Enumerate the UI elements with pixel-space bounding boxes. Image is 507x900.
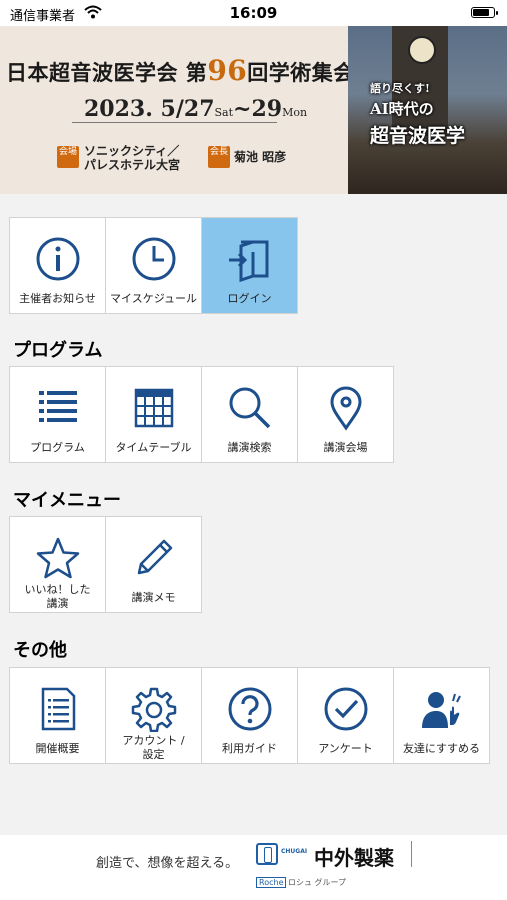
my-menu-section-title: マイメニュー (13, 490, 121, 511)
chugai-logo-text: CHUGAI (281, 848, 308, 855)
star-icon (36, 537, 79, 579)
clock-time: 16:09 (229, 4, 278, 22)
program-label: プログラム (30, 441, 85, 454)
banner-date: 2023. 5/27Sat~29Mon (84, 96, 307, 122)
location-pin-icon (329, 386, 362, 431)
pencil-icon (137, 539, 172, 575)
banner-divider (72, 122, 277, 123)
lecture-search-label: 講演検索 (227, 441, 272, 454)
theme-line-3: 超音波医学 (370, 125, 466, 147)
user-guide-button[interactable]: 利用ガイド (201, 667, 298, 764)
theme-line-1: 語り尽くす! (370, 82, 430, 95)
roche-group-text: ロシュ グループ (288, 878, 347, 887)
lecture-search-button[interactable]: 講演検索 (201, 366, 298, 463)
document-icon (41, 687, 75, 731)
notices-button[interactable]: 主催者お知らせ (9, 217, 106, 314)
program-menu-grid: プログラム タイムテーブル 講演検索 講演会場 (9, 366, 394, 463)
liked-lectures-label-line-2: 講演 (46, 597, 69, 610)
chugai-logo-icon (256, 843, 278, 865)
other-section-title: その他 (13, 640, 67, 661)
liked-lectures-button[interactable]: いいね！した 講演 (9, 516, 106, 613)
recommend-friend-button[interactable]: 友達にすすめる (393, 667, 490, 764)
survey-label: アンケート (318, 742, 373, 755)
user-guide-label: 利用ガイド (222, 742, 277, 755)
login-icon (228, 240, 268, 282)
recommend-friend-label: 友達にすすめる (402, 742, 481, 755)
sponsor-footer[interactable]: 創造で、想像を超える。 CHUGAI 中外製薬 Roche ロシュ グループ (0, 835, 507, 900)
date-end: ~29 (233, 96, 283, 122)
chair-name: 菊池 昭彦 (234, 150, 287, 164)
login-button[interactable]: ログイン (201, 217, 298, 314)
account-settings-label-line-1: アカウント / (122, 734, 185, 747)
conference-banner[interactable]: 日本超音波医学会 第96回学術集会 2023. 5/27Sat~29Mon 会場… (0, 26, 507, 194)
venue-badge: 会場 (57, 146, 79, 168)
tower-clock-face (408, 36, 436, 64)
account-settings-label-line-2: 設定 (142, 748, 165, 761)
account-settings-label: アカウント / 設定 (108, 734, 199, 762)
lecture-venue-label: 講演会場 (323, 441, 368, 454)
liked-lectures-label: いいね！した 講演 (12, 583, 103, 611)
overview-label: 開催概要 (35, 742, 80, 755)
lecture-venue-button[interactable]: 講演会場 (297, 366, 394, 463)
roche-logo: Roche (256, 877, 287, 888)
timetable-label: タイムテーブル (115, 441, 192, 454)
account-settings-button[interactable]: アカウント / 設定 (105, 667, 202, 764)
venue-line-2: パレスホテル大宮 (84, 158, 181, 172)
check-circle-icon (324, 687, 367, 731)
survey-button[interactable]: アンケート (297, 667, 394, 764)
calendar-icon (134, 388, 173, 428)
banner-title-number: 96 (207, 54, 248, 87)
lecture-memo-button[interactable]: 講演メモ (105, 516, 202, 613)
info-icon (36, 237, 79, 281)
login-label: ログイン (227, 292, 272, 305)
date-start: 2023. 5/27 (84, 96, 215, 122)
sponsor-company-name: 中外製薬 (314, 846, 394, 870)
my-schedule-button[interactable]: マイスケジュール (105, 217, 202, 314)
program-button[interactable]: プログラム (9, 366, 106, 463)
status-bar: 通信事業者 16:09 (0, 0, 507, 26)
sponsor-tagline: 創造で、想像を超える。 (96, 856, 239, 871)
other-menu-grid: 開催概要 アカウント / 設定 利用ガイド アンケート 友達にすすめる (9, 667, 490, 764)
chair-badge: 会長 (208, 146, 230, 168)
recommend-friend-icon (421, 692, 461, 728)
banner-theme: 語り尽くす! AI時代の 超音波医学 (370, 80, 465, 148)
clock-icon (132, 237, 175, 281)
gear-icon (131, 687, 176, 732)
question-icon (228, 687, 271, 731)
my-menu-grid: いいね！した 講演 講演メモ (9, 516, 202, 613)
my-schedule-label: マイスケジュール (110, 292, 197, 305)
overview-button[interactable]: 開催概要 (9, 667, 106, 764)
timetable-button[interactable]: タイムテーブル (105, 366, 202, 463)
banner-title: 日本超音波医学会 第96回学術集会 (6, 54, 355, 87)
lecture-memo-label: 講演メモ (131, 591, 176, 604)
logo-divider (411, 841, 412, 867)
venue-text: ソニックシティ／ パレスホテル大宮 (84, 144, 180, 172)
venue-line-1: ソニックシティ／ (84, 144, 180, 158)
battery-level (473, 9, 489, 16)
theme-line-2: AI時代の (370, 100, 434, 118)
date-end-day: Mon (282, 106, 308, 119)
battery-icon (471, 7, 498, 18)
program-section-title: プログラム (13, 340, 103, 361)
notices-label: 主催者お知らせ (19, 292, 96, 305)
search-icon (229, 387, 270, 429)
top-menu-grid: 主催者お知らせ マイスケジュール ログイン (9, 217, 298, 314)
list-icon (38, 391, 77, 422)
date-start-day: Sat (214, 106, 234, 119)
banner-title-post: 回学術集会 (247, 60, 355, 85)
banner-title-pre: 日本超音波医学会 第 (6, 60, 208, 85)
liked-lectures-label-line-1: いいね！した (24, 583, 91, 596)
